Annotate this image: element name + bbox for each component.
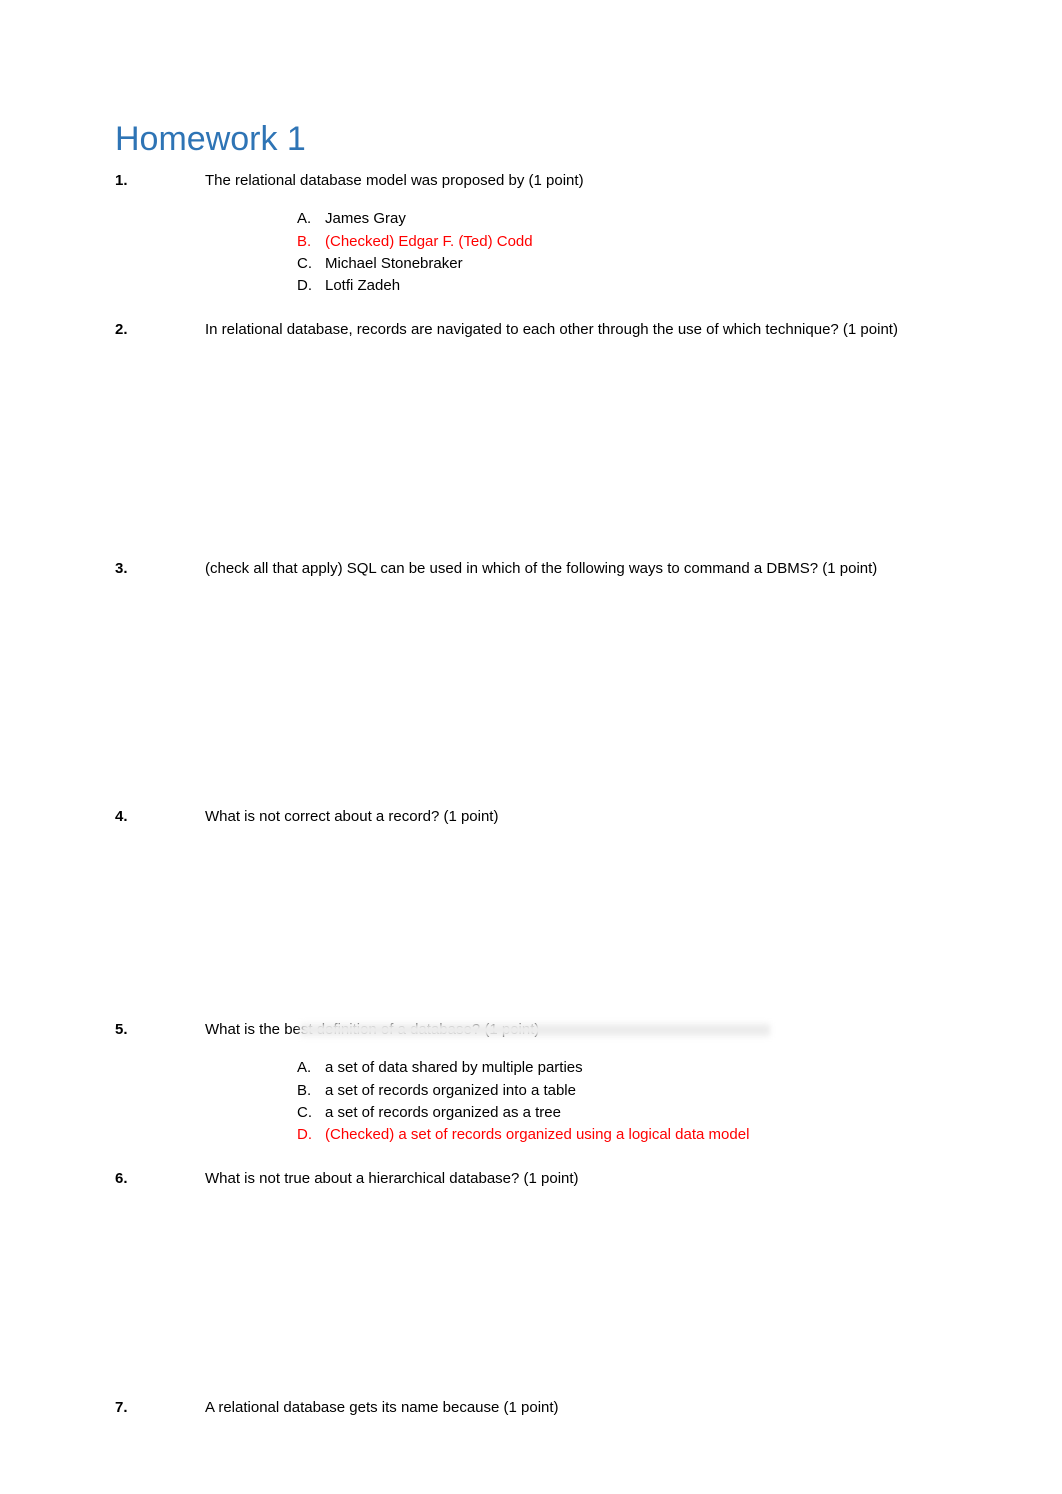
question-body: (check all that apply) SQL can be used i… <box>205 559 947 597</box>
option-text: (Checked) a set of records organized usi… <box>325 1125 947 1145</box>
question-number: 6. <box>115 1169 205 1207</box>
option-letter: A. <box>297 1058 325 1078</box>
question-3: 3. (check all that apply) SQL can be use… <box>115 559 947 597</box>
option-b: B. a set of records organized into a tab… <box>297 1081 947 1101</box>
option-text: James Gray <box>325 209 947 229</box>
question-text: What is not correct about a record? (1 p… <box>205 807 947 827</box>
question-number: 5. <box>115 1020 205 1147</box>
document-page: Homework 1 1. The relational database mo… <box>0 0 1062 1494</box>
options-list: A. a set of data shared by multiple part… <box>205 1058 947 1145</box>
question-body: What is the best definition of a databas… <box>205 1020 947 1147</box>
question-7: 7. A relational database gets its name b… <box>115 1398 947 1436</box>
option-letter: C. <box>297 254 325 274</box>
option-letter: D. <box>297 276 325 296</box>
option-letter: A. <box>297 209 325 229</box>
option-c: C. Michael Stonebraker <box>297 254 947 274</box>
question-text: (check all that apply) SQL can be used i… <box>205 559 947 579</box>
question-body: What is not correct about a record? (1 p… <box>205 807 947 845</box>
question-number: 7. <box>115 1398 205 1436</box>
question-1: 1. The relational database model was pro… <box>115 171 947 298</box>
option-c: C. a set of records organized as a tree <box>297 1103 947 1123</box>
option-b-checked: B. (Checked) Edgar F. (Ted) Codd <box>297 232 947 252</box>
option-text: a set of records organized as a tree <box>325 1103 947 1123</box>
option-text: a set of records organized into a table <box>325 1081 947 1101</box>
option-text: Michael Stonebraker <box>325 254 947 274</box>
question-body: What is not true about a hierarchical da… <box>205 1169 947 1207</box>
question-body: In relational database, records are navi… <box>205 320 947 358</box>
question-5: 5. What is the best definition of a data… <box>115 1020 947 1147</box>
question-text: What is not true about a hierarchical da… <box>205 1169 947 1189</box>
option-d: D. Lotfi Zadeh <box>297 276 947 296</box>
question-4: 4. What is not correct about a record? (… <box>115 807 947 845</box>
option-letter: B. <box>297 232 325 252</box>
question-6: 6. What is not true about a hierarchical… <box>115 1169 947 1207</box>
question-text: In relational database, records are navi… <box>205 320 947 340</box>
page-title: Homework 1 <box>115 120 947 159</box>
question-number: 3. <box>115 559 205 597</box>
option-text: a set of data shared by multiple parties <box>325 1058 947 1078</box>
question-body: A relational database gets its name beca… <box>205 1398 947 1436</box>
question-text: The relational database model was propos… <box>205 171 947 191</box>
question-2: 2. In relational database, records are n… <box>115 320 947 358</box>
option-letter: D. <box>297 1125 325 1145</box>
blurred-content-bar <box>300 1023 770 1037</box>
question-text: A relational database gets its name beca… <box>205 1398 947 1418</box>
option-d-checked: D. (Checked) a set of records organized … <box>297 1125 947 1145</box>
option-a: A. a set of data shared by multiple part… <box>297 1058 947 1078</box>
option-letter: B. <box>297 1081 325 1101</box>
options-list: A. James Gray B. (Checked) Edgar F. (Ted… <box>205 209 947 296</box>
option-a: A. James Gray <box>297 209 947 229</box>
option-letter: C. <box>297 1103 325 1123</box>
question-body: The relational database model was propos… <box>205 171 947 298</box>
question-number: 1. <box>115 171 205 298</box>
option-text: Lotfi Zadeh <box>325 276 947 296</box>
option-text: (Checked) Edgar F. (Ted) Codd <box>325 232 947 252</box>
question-number: 4. <box>115 807 205 845</box>
question-number: 2. <box>115 320 205 358</box>
